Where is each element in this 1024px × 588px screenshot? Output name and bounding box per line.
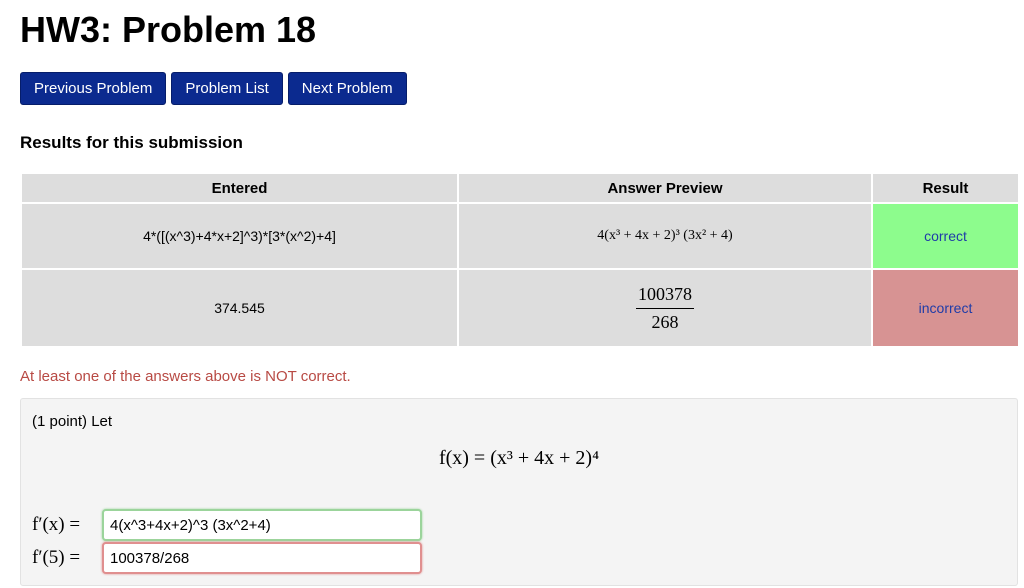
header-result: Result	[871, 172, 1020, 204]
previous-problem-button[interactable]: Previous Problem	[20, 72, 167, 105]
answer-preview-cell: 4(x³ + 4x + 2)³ (3x² + 4)	[457, 202, 873, 270]
table-row: 4*([(x^3)+4*x+2]^3)*[3*(x^2)+4] 4(x³ + 4…	[20, 202, 1020, 270]
problem-navigation: Previous Problem Problem List Next Probl…	[20, 72, 407, 105]
header-entered: Entered	[20, 172, 459, 204]
derivative-answer-input[interactable]	[102, 509, 422, 541]
problem-intro: (1 point) Let	[32, 413, 113, 430]
results-heading: Results for this submission	[20, 133, 243, 152]
answer-label-derivative: f′(x) =	[32, 514, 81, 535]
page-title: HW3: Problem 18	[20, 9, 317, 50]
entered-cell: 4*([(x^3)+4*x+2]^3)*[3*(x^2)+4]	[20, 202, 459, 270]
fraction-denominator: 268	[651, 311, 679, 332]
result-badge-correct: correct	[871, 202, 1020, 270]
result-badge-incorrect: incorrect	[871, 268, 1020, 348]
answer-row-derivative: f′(x) =	[32, 509, 422, 541]
header-answer-preview: Answer Preview	[457, 172, 873, 204]
answer-preview-cell: 100378 268	[457, 268, 873, 348]
derivative-at-5-answer-input[interactable]	[102, 542, 422, 574]
problem-body: (1 point) Let f(x) = (x³ + 4x + 2)⁴ f′(x…	[20, 398, 1018, 586]
answer-row-derivative-at-5: f′(5) =	[32, 542, 422, 574]
entered-cell: 374.545	[20, 268, 459, 348]
fraction-numerator: 100378	[636, 284, 694, 309]
results-table: Entered Answer Preview Result 4*([(x^3)+…	[20, 172, 1020, 348]
table-row: 374.545 100378 268 incorrect	[20, 268, 1020, 348]
results-header-row: Entered Answer Preview Result	[20, 172, 1020, 204]
next-problem-button[interactable]: Next Problem	[287, 72, 407, 105]
problem-equation: f(x) = (x³ + 4x + 2)⁴	[438, 447, 600, 469]
problem-list-button[interactable]: Problem List	[171, 72, 283, 105]
incorrect-warning: At least one of the answers above is NOT…	[20, 368, 351, 385]
answer-preview-fraction: 100378 268	[636, 284, 694, 333]
answer-label-derivative-at-5: f′(5) =	[32, 547, 81, 568]
